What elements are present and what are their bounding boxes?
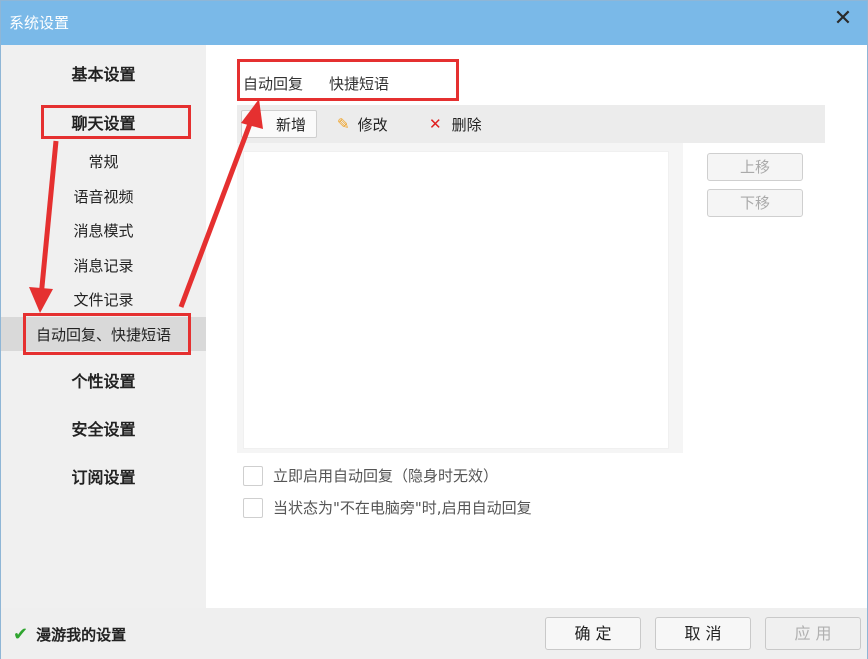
window-title: 系统设置	[9, 14, 70, 32]
annotation-box-tabs	[237, 59, 459, 101]
sidebar-item-basic[interactable]: 基本设置	[1, 61, 206, 85]
sidebar-item-subscription[interactable]: 订阅设置	[1, 464, 206, 488]
sidebar-item-personal[interactable]: 个性设置	[1, 368, 206, 392]
enable-auto-reply-checkbox[interactable]	[243, 465, 263, 486]
title-bar: 系统设置 ✕	[1, 1, 867, 45]
roam-settings-label: 漫游我的设置	[36, 626, 127, 644]
sidebar-item-voice-video[interactable]: 语音视频	[1, 186, 206, 207]
list-toolbar: 新增 ✎ 修改 ✕ 删除	[237, 105, 825, 143]
edit-button[interactable]: ✎ 修改	[337, 110, 388, 138]
reply-list[interactable]	[243, 151, 669, 449]
new-button[interactable]: 新增	[241, 110, 318, 138]
close-icon[interactable]: ✕	[831, 7, 855, 31]
dialog-footer: ✔ 漫游我的设置 确 定 取 消 应 用	[1, 608, 867, 659]
option-away-auto-reply[interactable]: 当状态为"不在电脑旁"时,启用自动回复	[243, 497, 532, 518]
option-enable-auto-reply[interactable]: 立即启用自动回复（隐身时无效）	[243, 465, 498, 486]
annotation-box-auto-reply	[23, 313, 191, 355]
cancel-button[interactable]: 取 消	[655, 617, 751, 650]
sidebar-item-security[interactable]: 安全设置	[1, 416, 206, 440]
away-auto-reply-label: 当状态为"不在电脑旁"时,启用自动回复	[273, 499, 532, 517]
move-up-button[interactable]: 上移	[707, 153, 803, 181]
sidebar-item-file-history[interactable]: 文件记录	[1, 289, 206, 310]
sidebar-item-general[interactable]: 常规	[1, 151, 206, 172]
apply-button[interactable]: 应 用	[765, 617, 861, 650]
away-auto-reply-checkbox[interactable]	[243, 497, 263, 518]
enable-auto-reply-label: 立即启用自动回复（隐身时无效）	[273, 467, 499, 485]
delete-button[interactable]: ✕ 删除	[429, 110, 482, 138]
sidebar-item-message-history[interactable]: 消息记录	[1, 255, 206, 276]
delete-icon: ✕	[429, 115, 442, 133]
ok-button[interactable]: 确 定	[545, 617, 641, 650]
pencil-icon: ✎	[337, 115, 350, 133]
new-button-label: 新增	[276, 115, 307, 134]
edit-button-label: 修改	[357, 115, 388, 134]
move-down-button[interactable]: 下移	[707, 189, 803, 217]
annotation-box-chat-settings	[41, 105, 191, 139]
checkmark-icon: ✔	[13, 624, 29, 645]
delete-button-label: 删除	[451, 115, 482, 134]
settings-window: 系统设置 ✕ 基本设置 聊天设置 常规 语音视频 消息模式 消息记录 文件记录 …	[0, 0, 868, 659]
sidebar-item-message-mode[interactable]: 消息模式	[1, 220, 206, 241]
roam-settings-toggle[interactable]: ✔ 漫游我的设置	[13, 624, 126, 645]
